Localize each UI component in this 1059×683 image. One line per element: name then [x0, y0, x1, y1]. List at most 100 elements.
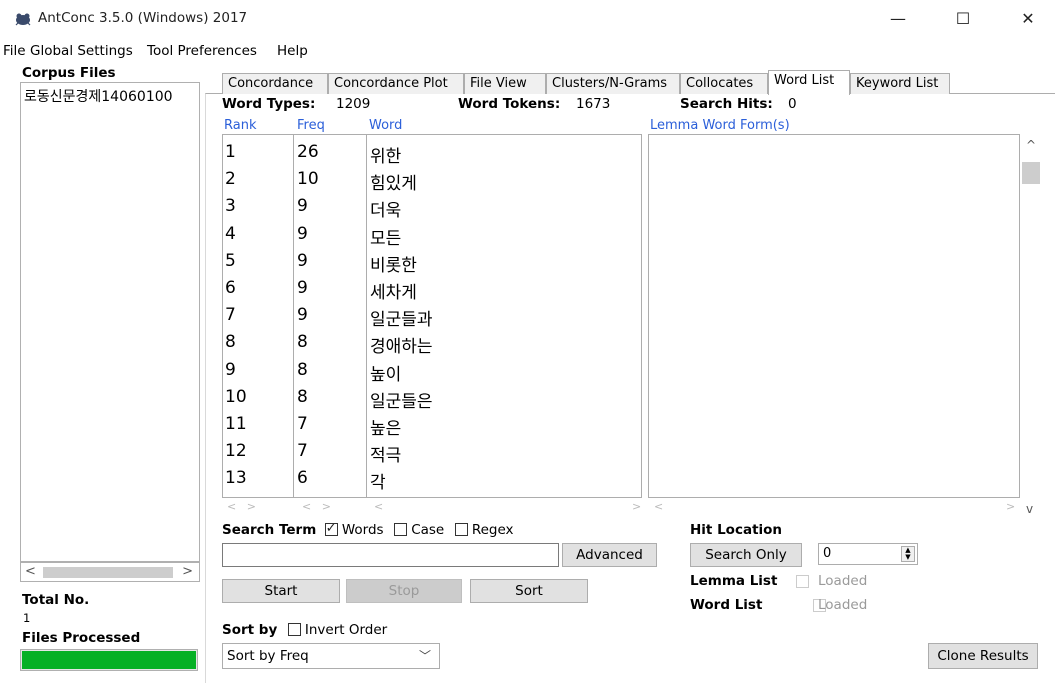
tab-clusters-ngrams[interactable]: Clusters/N-Grams — [546, 73, 680, 94]
column-header-freq[interactable]: Freq — [297, 118, 325, 133]
table-row[interactable]: 12 7 적극 — [223, 438, 641, 466]
invert-order-label: Invert Order — [304, 622, 388, 638]
spinner-arrows-icon[interactable]: ▲ ▼ — [901, 546, 915, 562]
rank-cell: 4 — [225, 223, 236, 244]
tab-concordance[interactable]: Concordance — [222, 73, 328, 94]
word-list-stats: Word Types: 1209 Word Tokens: 1673 Searc… — [222, 96, 1042, 114]
rank-cell: 5 — [225, 250, 236, 271]
scroll-right-arrow-icon[interactable]: > — [182, 564, 193, 579]
rank-hscroll-arrows[interactable]: < > — [227, 500, 256, 513]
progress-fill — [22, 651, 196, 669]
menu-global-settings[interactable]: Global Settings — [30, 43, 133, 59]
scroll-up-arrow-icon[interactable]: ^ — [1026, 138, 1036, 152]
corpus-files-label: Corpus Files — [22, 65, 116, 81]
table-row[interactable]: 13 6 각 — [223, 465, 641, 493]
search-only-button[interactable]: Search Only — [690, 543, 802, 567]
word-cell: 높이 — [370, 364, 402, 385]
scroll-thumb[interactable] — [43, 567, 173, 578]
word-types-label: Word Types: — [222, 96, 316, 112]
column-header-rank[interactable]: Rank — [224, 118, 256, 133]
word-cell: 위한 — [370, 147, 402, 167]
word-list-results[interactable]: 1 26 위한 2 10 힘있게 3 9 더욱 4 9 모든 5 9 비롯한 6 9 세차게 7 9 일군들과 8 8 경애하… — [222, 134, 642, 498]
hit-location-value[interactable]: 0 — [823, 546, 831, 561]
freq-hscroll-arrows[interactable]: < > — [302, 500, 331, 513]
menu-file[interactable]: File — [3, 43, 26, 59]
minimize-button[interactable]: — — [875, 0, 921, 36]
word-cell: 비롯한 — [370, 255, 417, 276]
freq-cell: 9 — [297, 223, 308, 244]
clone-results-button[interactable]: Clone Results — [928, 643, 1038, 669]
advanced-button[interactable]: Advanced — [562, 543, 657, 567]
table-row[interactable]: 11 7 높은 — [223, 411, 641, 439]
freq-cell: 9 — [297, 250, 308, 271]
rank-cell: 10 — [225, 386, 247, 407]
start-button[interactable]: Start — [222, 579, 340, 603]
tab-file-view[interactable]: File View — [464, 73, 546, 94]
menu-bar: File Global Settings Tool Preferences He… — [0, 40, 1059, 62]
invert-order-checkbox[interactable] — [287, 623, 301, 636]
word-cell: 높은 — [370, 419, 402, 439]
word-cell: 경애하는 — [370, 337, 433, 358]
word-hscroll-left[interactable]: < — [374, 500, 383, 513]
hit-location-spinner[interactable]: 0 ▲ ▼ — [818, 543, 918, 565]
menu-tool-preferences[interactable]: Tool Preferences — [147, 43, 257, 59]
word-cell: 일군들과 — [370, 310, 433, 331]
table-row[interactable]: 7 9 일군들과 — [223, 302, 641, 331]
freq-cell: 9 — [297, 196, 308, 217]
scroll-left-arrow-icon[interactable]: < — [25, 564, 36, 579]
table-row[interactable]: 9 8 높이 — [223, 357, 641, 385]
tab-collocates[interactable]: Collocates — [680, 73, 768, 94]
word-cell: 힘있게 — [370, 174, 417, 195]
sort-by-row: Sort by Invert Order — [222, 622, 387, 638]
lemma-word-forms-panel[interactable] — [648, 134, 1020, 498]
table-row[interactable]: 8 8 경애하는 — [223, 329, 641, 358]
words-checkbox[interactable] — [324, 521, 338, 536]
rank-cell: 3 — [225, 196, 236, 217]
freq-cell: 9 — [297, 278, 308, 298]
word-tokens-value: 1673 — [576, 96, 611, 112]
table-row[interactable]: 1 26 위한 — [223, 139, 641, 167]
table-row[interactable]: 5 9 비롯한 — [223, 248, 641, 276]
word-cell: 세차게 — [370, 283, 417, 303]
table-row[interactable]: 10 8 일군들은 — [223, 384, 641, 412]
rank-cell: 13 — [225, 468, 247, 489]
case-checkbox[interactable] — [393, 523, 407, 536]
table-row[interactable]: 6 9 세차게 — [223, 275, 641, 303]
tab-keyword-list[interactable]: Keyword List — [850, 73, 950, 94]
lemma-hscroll-left[interactable]: < — [654, 500, 663, 513]
rank-cell: 8 — [225, 332, 236, 353]
sort-button[interactable]: Sort — [470, 579, 588, 603]
regex-label: Regex — [471, 522, 514, 538]
word-types-value: 1209 — [336, 96, 371, 112]
stop-button[interactable]: Stop — [346, 579, 462, 603]
menu-help[interactable]: Help — [277, 43, 308, 59]
table-row[interactable]: 4 9 모든 — [223, 221, 641, 249]
scroll-thumb[interactable] — [1022, 162, 1040, 184]
hit-location-label: Hit Location — [690, 522, 783, 538]
tab-word-list[interactable]: Word List — [768, 70, 850, 95]
lemma-list-label: Lemma List — [690, 573, 778, 589]
search-term-input[interactable] — [222, 543, 559, 567]
maximize-button[interactable]: ☐ — [940, 0, 986, 36]
close-button[interactable]: ✕ — [1005, 0, 1051, 36]
corpus-list-hscrollbar[interactable]: < > — [20, 562, 200, 582]
scroll-down-arrow-icon[interactable]: v — [1026, 502, 1033, 516]
word-hscroll-right[interactable]: > — [632, 500, 641, 513]
column-header-lemma[interactable]: Lemma Word Form(s) — [650, 118, 790, 133]
tab-concordance-plot[interactable]: Concordance Plot — [328, 73, 464, 94]
files-processed-label: Files Processed — [22, 630, 141, 646]
results-vscrollbar[interactable]: ^ v — [1020, 134, 1042, 516]
corpus-file-list[interactable]: 로동신문경제14060100 — [20, 82, 200, 562]
sort-by-select[interactable]: Sort by Freq ﹀ — [222, 643, 440, 669]
table-row[interactable]: 2 10 힘있게 — [223, 166, 641, 195]
table-row[interactable]: 3 9 더욱 — [223, 193, 641, 221]
words-label: Words — [341, 522, 384, 538]
lemma-hscroll-right[interactable]: > — [1006, 500, 1015, 513]
corpus-file-item[interactable]: 로동신문경제14060100 — [24, 86, 173, 106]
column-header-word[interactable]: Word — [369, 118, 402, 133]
freq-cell: 6 — [297, 468, 308, 489]
search-hits-value: 0 — [788, 96, 797, 112]
freq-cell: 26 — [297, 142, 319, 162]
regex-checkbox[interactable] — [454, 523, 468, 536]
files-processed-progress — [20, 649, 198, 671]
